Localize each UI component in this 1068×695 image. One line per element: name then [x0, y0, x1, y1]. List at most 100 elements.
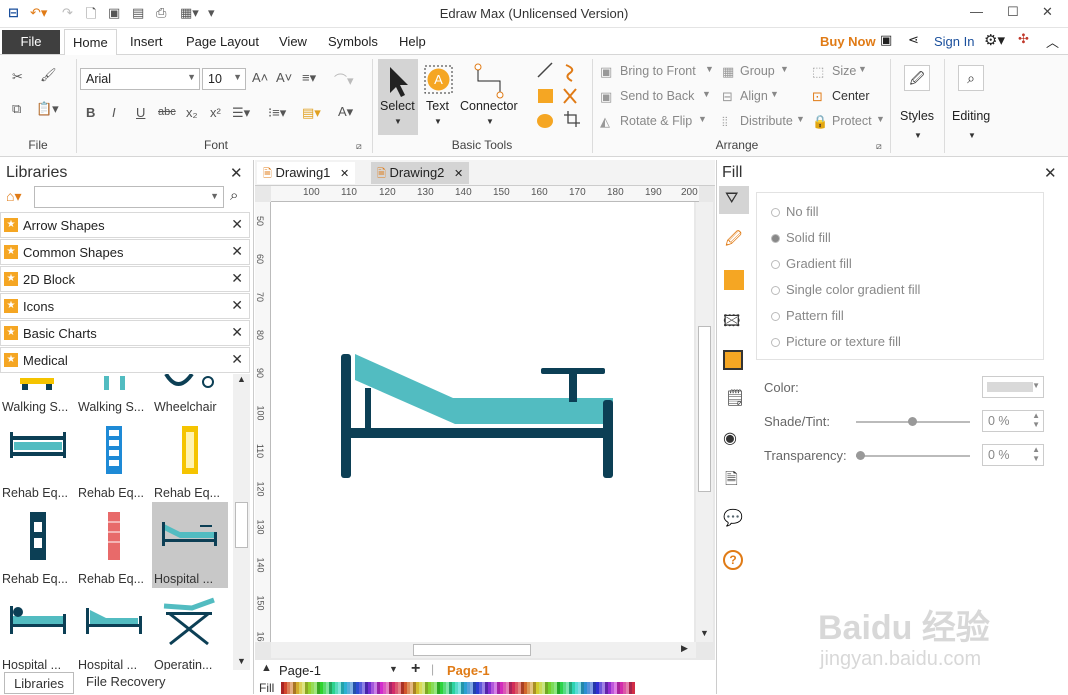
chevron-down-icon[interactable]: ▼	[389, 664, 398, 674]
scrollbar-thumb[interactable]	[235, 502, 248, 548]
document-icon[interactable]: 🗎	[725, 468, 738, 495]
document-tab-drawing2[interactable]: 🗎 Drawing2 ✕	[371, 162, 470, 184]
fill-option-no-fill[interactable]: No fill	[771, 204, 819, 219]
home-icon[interactable]: ⌂▾	[6, 188, 21, 205]
tab-symbols[interactable]: Symbols	[328, 34, 378, 49]
text-align-icon[interactable]: ≡▾	[302, 70, 316, 86]
drawing-page[interactable]	[271, 202, 694, 642]
dialog-launcher-icon[interactable]: ⧄	[876, 141, 882, 152]
minimize-icon[interactable]: —	[970, 4, 983, 19]
shade-tint-input[interactable]: 0 % ▲ ▼	[982, 410, 1044, 432]
fill-panel-button[interactable]: ⛛	[719, 186, 749, 214]
shape-walking-stick-1[interactable]: Walking S...	[0, 374, 76, 416]
group-button[interactable]: Group	[740, 64, 775, 78]
crop-icon[interactable]	[564, 111, 580, 127]
shape-wheelchair[interactable]: Wheelchair	[152, 374, 228, 416]
bold-icon[interactable]: B	[86, 105, 95, 120]
layers-icon[interactable]	[723, 350, 743, 370]
library-category-icons[interactable]: ★ Icons ✕	[0, 293, 250, 319]
bed-frame[interactable]	[347, 428, 609, 438]
color-palette[interactable]	[281, 682, 635, 694]
color-picker[interactable]: ▼	[982, 376, 1044, 398]
close-tab-icon[interactable]: ✕	[340, 168, 349, 180]
fill-option-solid-fill[interactable]: Solid fill	[771, 230, 831, 245]
bed-footboard[interactable]	[603, 400, 613, 478]
cut-icon[interactable]: ✂	[12, 69, 23, 85]
basic-shapes-palette[interactable]	[530, 59, 590, 139]
canvas-horizontal-scrollbar[interactable]: ▶	[271, 642, 696, 658]
library-category-basic-charts[interactable]: ★ Basic Charts ✕	[0, 320, 250, 346]
distribute-button[interactable]: Distribute	[740, 114, 793, 128]
font-color-icon[interactable]: A▾	[338, 104, 353, 120]
grow-font-icon[interactable]: A˄	[252, 70, 268, 85]
cross-shape-icon[interactable]	[563, 88, 577, 104]
dialog-launcher-icon[interactable]: ⧄	[356, 141, 362, 152]
close-tab-icon[interactable]: ✕	[454, 168, 463, 180]
shape-operating-table[interactable]: Operatin...	[152, 588, 228, 670]
library-scrollbar[interactable]: ▲ ▼	[233, 374, 250, 670]
highlight-icon[interactable]: ▤▾	[302, 105, 321, 121]
send-to-back-button[interactable]: Send to Back	[620, 89, 694, 103]
font-size-select[interactable]: 10 ▼	[202, 68, 246, 90]
paste-icon[interactable]: 📋▾	[36, 101, 59, 117]
shape-rehab-equipment-5[interactable]: Rehab Eq...	[76, 502, 152, 588]
shade-tint-slider[interactable]	[856, 417, 970, 426]
select-tool-button[interactable]: Select ▼	[378, 59, 418, 135]
close-icon[interactable]: ✕	[231, 351, 243, 368]
library-search-input[interactable]: ▼	[34, 186, 224, 208]
shape-rehab-equipment-1[interactable]: Rehab Eq...	[0, 416, 76, 502]
radio-button-selected[interactable]	[771, 234, 780, 244]
size-button[interactable]: Size	[832, 64, 856, 78]
scrollbar-thumb[interactable]	[698, 326, 711, 492]
text-curve-icon[interactable]: ⌒▾	[334, 70, 354, 89]
close-icon[interactable]: ✕	[231, 270, 243, 287]
shape-rehab-equipment-2[interactable]: Rehab Eq...	[76, 416, 152, 502]
theme-icon[interactable]: ✣	[1018, 31, 1029, 47]
underline-icon[interactable]: U	[136, 105, 145, 120]
help-icon[interactable]: ?	[723, 550, 743, 570]
protect-button[interactable]: Protect	[832, 114, 872, 128]
arc-shape-icon[interactable]	[565, 64, 574, 82]
radio-button[interactable]	[771, 312, 780, 322]
library-category-2d-block[interactable]: ★ 2D Block ✕	[0, 266, 250, 292]
transparency-slider[interactable]	[856, 451, 970, 460]
close-icon[interactable]: ✕	[231, 243, 243, 260]
document-tab-drawing1[interactable]: 🗎 Drawing1 ✕	[257, 162, 356, 184]
bed-headboard[interactable]	[341, 354, 351, 478]
superscript-icon[interactable]: x²	[210, 105, 221, 120]
bullet-list-icon[interactable]: ⁝≡▾	[268, 105, 286, 121]
line-style-icon[interactable]: 🖉	[725, 228, 742, 255]
shape-hospital-2[interactable]: Hospital ...	[76, 588, 152, 670]
font-name-select[interactable]: Arial ▼	[80, 68, 200, 90]
editing-button[interactable]: ⌕ Editing ▼	[948, 61, 998, 147]
image-icon[interactable]: 🖾	[723, 310, 740, 337]
spinner-icon[interactable]: ▲ ▼	[1032, 445, 1040, 463]
shape-walking-stick-2[interactable]: Walking S...	[76, 374, 152, 416]
chevron-up-icon[interactable]: ▲	[261, 662, 272, 674]
spinner-icon[interactable]: ▲ ▼	[1032, 411, 1040, 429]
chevron-up-icon[interactable]: ▲	[237, 374, 246, 384]
file-menu-button[interactable]: File	[2, 30, 60, 54]
chevron-right-icon[interactable]: ▶	[681, 643, 688, 654]
shape-hospital-1[interactable]: Hospital ...	[0, 588, 76, 670]
close-panel-icon[interactable]: ✕	[230, 164, 243, 182]
fill-option-picture-texture[interactable]: Picture or texture fill	[771, 334, 901, 349]
center-button[interactable]: Center	[832, 89, 870, 103]
fill-option-single-color-gradient[interactable]: Single color gradient fill	[771, 282, 920, 297]
globe-icon[interactable]: ◉	[723, 428, 737, 448]
scrollbar-thumb[interactable]	[413, 644, 531, 656]
hospital-bed-shape[interactable]	[271, 202, 694, 642]
tab-home[interactable]: Home	[64, 29, 117, 56]
format-painter-icon[interactable]: 🖌	[40, 67, 57, 83]
palette-swatch[interactable]	[632, 682, 635, 694]
bed-support[interactable]	[365, 388, 371, 430]
settings-gear-icon[interactable]: ⚙▾	[984, 31, 1005, 49]
tab-help[interactable]: Help	[399, 34, 426, 49]
rectangle-shape-icon[interactable]	[538, 89, 553, 103]
close-window-icon[interactable]: ✕	[1042, 4, 1053, 20]
rotate-flip-button[interactable]: Rotate & Flip	[620, 114, 692, 128]
library-category-medical[interactable]: ★ Medical ✕	[0, 347, 250, 373]
close-icon[interactable]: ✕	[231, 324, 243, 341]
align-button[interactable]: Align	[740, 89, 768, 103]
close-panel-icon[interactable]: ✕	[1044, 164, 1057, 182]
